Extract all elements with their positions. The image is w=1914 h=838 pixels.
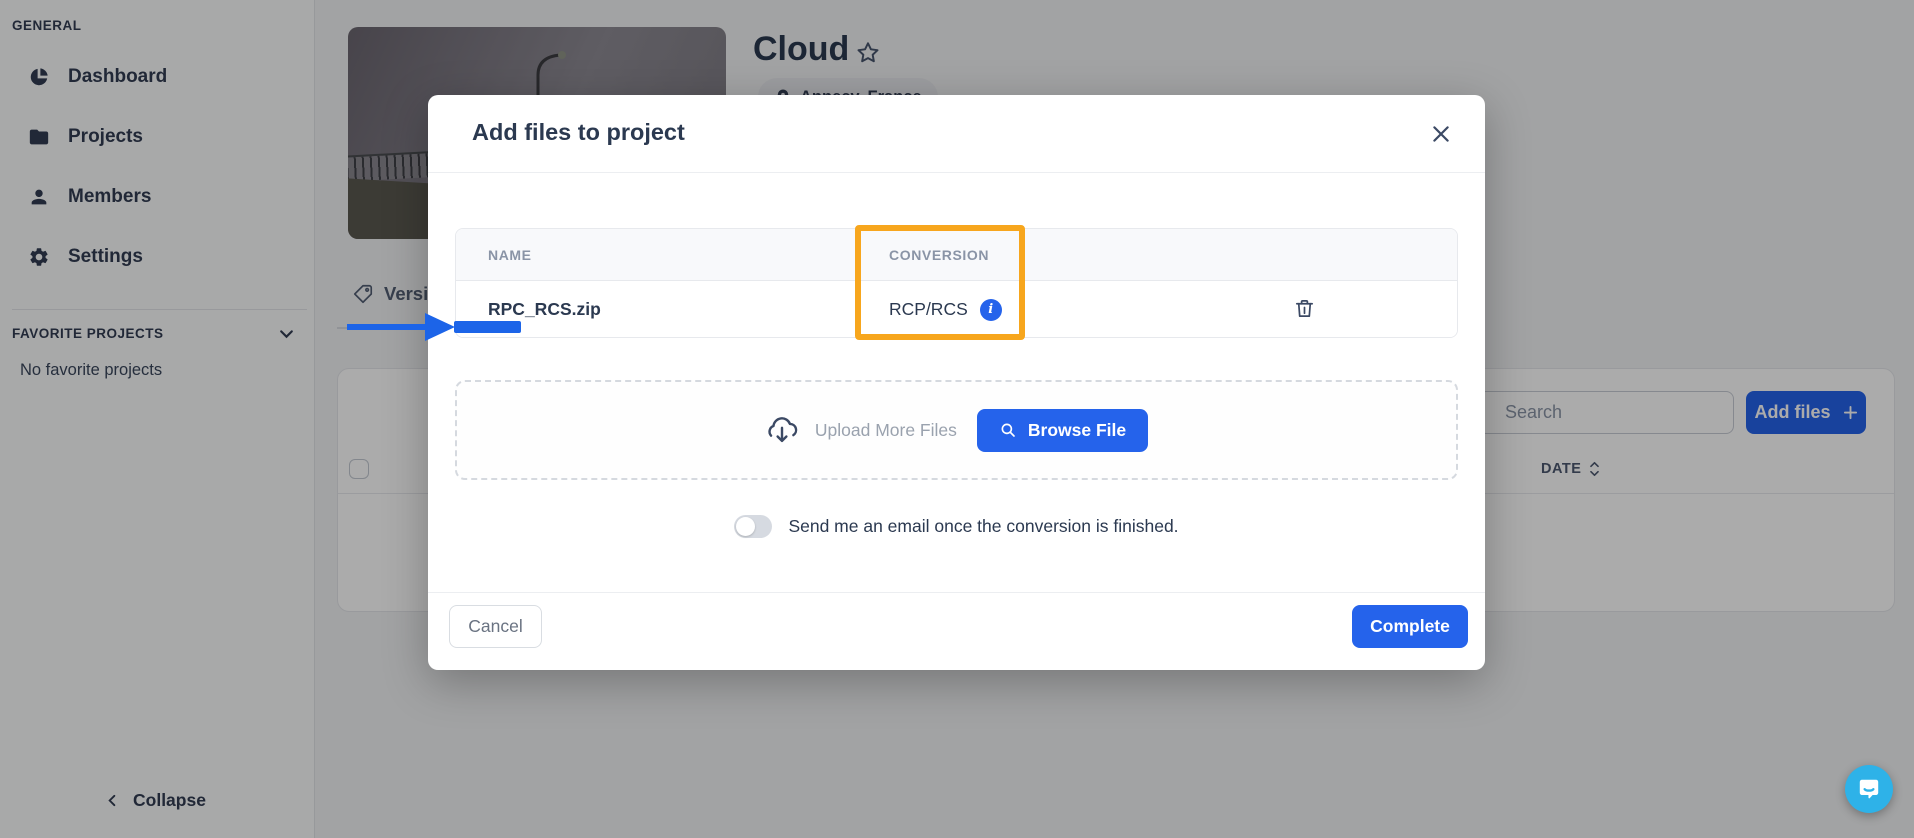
file-name-cell: RPC_RCS.zip: [456, 299, 889, 320]
table-row: RPC_RCS.zip RCP/RCS i: [456, 281, 1457, 338]
upload-dropzone[interactable]: Upload More Files Browse File: [455, 380, 1458, 480]
column-header-name: NAME: [456, 247, 889, 263]
browse-file-label: Browse File: [1028, 420, 1126, 441]
column-header-conversion: CONVERSION: [889, 247, 1109, 263]
app-screen: GENERAL Dashboard Projects Members Setti…: [0, 0, 1914, 838]
upload-file-table: NAME CONVERSION RPC_RCS.zip RCP/RCS i: [455, 228, 1458, 338]
chat-launcher[interactable]: [1845, 765, 1893, 813]
close-button[interactable]: [1430, 123, 1452, 145]
table-header-row: NAME CONVERSION: [456, 229, 1457, 281]
trash-icon: [1293, 297, 1316, 320]
delete-file-button[interactable]: [1293, 297, 1316, 321]
modal-header-divider: [428, 172, 1485, 173]
email-toggle-label: Send me an email once the conversion is …: [788, 516, 1178, 537]
search-icon: [999, 421, 1017, 439]
add-files-modal: Add files to project NAME CONVERSION RPC…: [428, 95, 1485, 670]
upload-hint-text: Upload More Files: [815, 420, 957, 441]
info-icon[interactable]: i: [980, 299, 1002, 321]
close-icon: [1430, 123, 1452, 145]
cloud-upload-icon: [765, 413, 799, 447]
chat-bubble-icon: [1856, 776, 1882, 802]
email-toggle-row: Send me an email once the conversion is …: [428, 515, 1485, 538]
modal-footer-divider: [428, 592, 1485, 593]
toggle-knob: [736, 517, 755, 536]
conversion-value: RCP/RCS: [889, 299, 968, 320]
browse-file-button[interactable]: Browse File: [977, 409, 1148, 452]
complete-button[interactable]: Complete: [1352, 605, 1468, 648]
cancel-button[interactable]: Cancel: [449, 605, 542, 648]
email-toggle[interactable]: [734, 515, 772, 538]
modal-title: Add files to project: [472, 119, 685, 146]
